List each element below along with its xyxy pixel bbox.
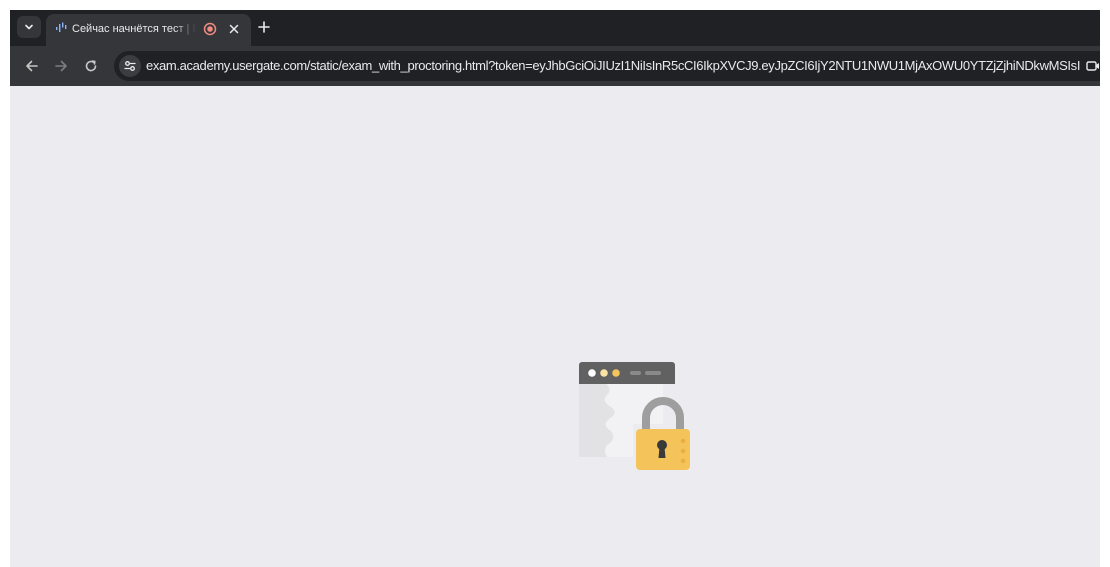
arrow-right-icon: [55, 60, 67, 72]
tune-icon: [124, 61, 136, 71]
tab-title: Сейчас начнётся тест | Exa: [72, 23, 196, 35]
address-bar[interactable]: exam.academy.usergate.com/static/exam_wi…: [114, 51, 1100, 81]
forward-button[interactable]: [50, 55, 72, 77]
padlock-icon: [579, 362, 690, 470]
arrow-left-icon: [26, 60, 38, 72]
browser-window: Сейчас начнётся тест | Exa: [10, 10, 1100, 567]
tab-search-button[interactable]: [17, 16, 41, 38]
reload-button[interactable]: [80, 55, 102, 77]
camera-icon[interactable]: [1086, 59, 1100, 73]
recording-icon: [203, 22, 217, 36]
chevron-down-icon: [25, 24, 33, 30]
close-icon: [229, 24, 239, 34]
browser-toolbar: exam.academy.usergate.com/static/exam_wi…: [10, 46, 1100, 86]
back-button[interactable]: [21, 55, 43, 77]
page-content: [10, 86, 1100, 567]
active-tab[interactable]: Сейчас начнётся тест | Exa: [46, 14, 251, 46]
reload-icon: [85, 60, 97, 72]
audio-playing-icon: [56, 22, 67, 32]
tab-close-button[interactable]: [225, 20, 243, 38]
url-text[interactable]: exam.academy.usergate.com/static/exam_wi…: [146, 58, 1081, 73]
plus-icon: [258, 21, 270, 33]
site-info-button[interactable]: [119, 55, 141, 77]
new-tab-button[interactable]: [254, 17, 274, 37]
tab-strip: Сейчас начнётся тест | Exa: [10, 10, 1100, 46]
